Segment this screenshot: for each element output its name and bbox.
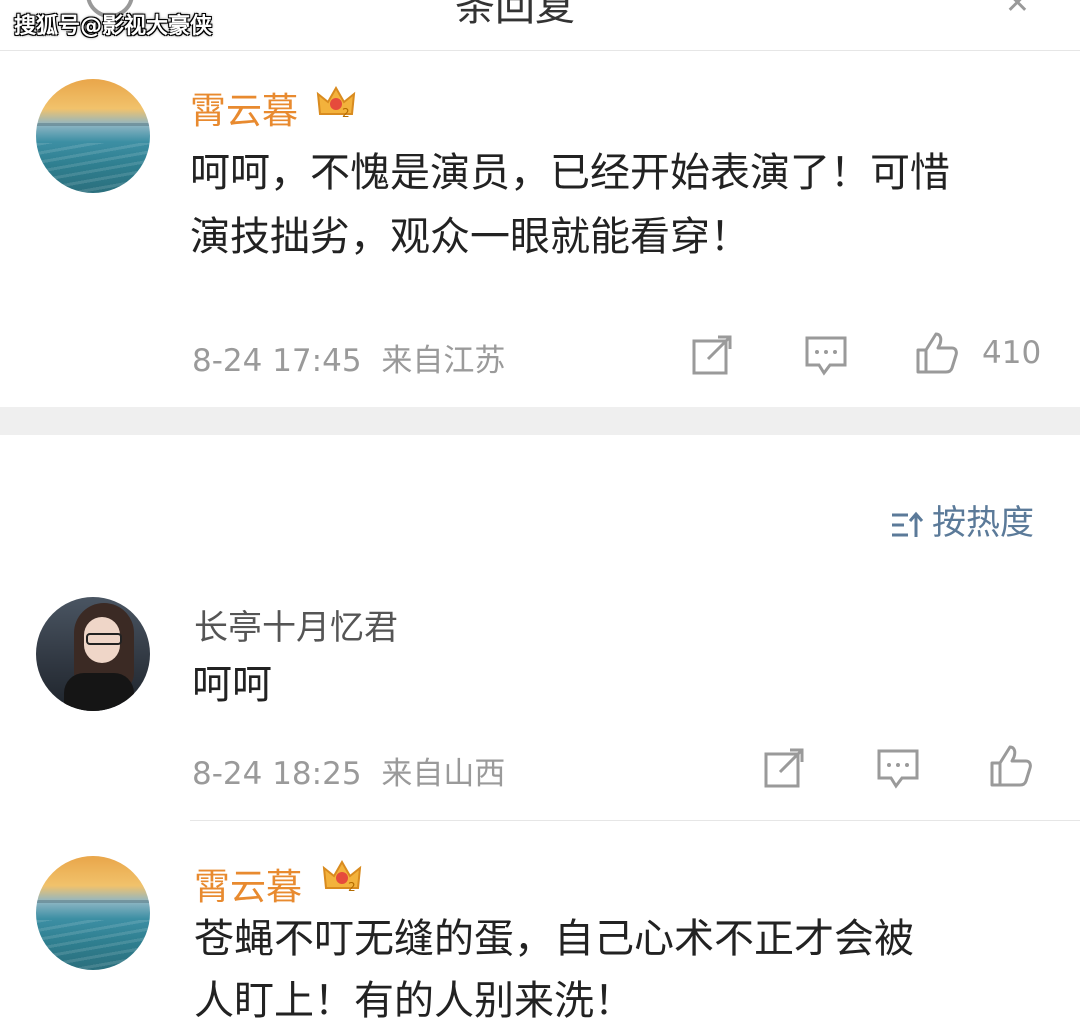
comment-username[interactable]: 霄云暮 [190, 82, 298, 134]
like-icon[interactable] [988, 743, 1032, 787]
row-divider [190, 820, 1080, 821]
user-avatar[interactable] [36, 597, 150, 711]
section-divider [0, 407, 1080, 435]
crown-badge-icon: 2 [316, 85, 356, 120]
comment-text-line: 呵呵 [192, 662, 272, 708]
comment-location: 来自山西 [381, 756, 506, 792]
share-icon[interactable] [762, 746, 806, 790]
user-avatar[interactable] [36, 856, 150, 970]
comment-text-line: 演技拙劣，观众一眼就能看穿！ [190, 214, 750, 260]
watermark: 搜狐号@影视大豪侠 [14, 14, 213, 39]
sort-icon [892, 511, 924, 537]
comment-icon[interactable] [876, 746, 920, 790]
svg-text:2: 2 [342, 106, 350, 120]
like-count: 410 [982, 335, 1042, 371]
user-avatar[interactable] [36, 79, 150, 193]
sort-toggle[interactable]: 按热度 [890, 495, 1034, 544]
comment-username[interactable]: 霄云暮 [194, 858, 302, 910]
page-title: 条回复 [455, 0, 575, 30]
comment-text-line: 人盯上！有的人别来洗！ [194, 978, 634, 1024]
comment-location: 来自江苏 [381, 343, 506, 379]
comment-time: 8-24 17:45 来自江苏 [192, 335, 505, 380]
comment-time: 8-24 18:25 来自山西 [192, 748, 505, 793]
comment-username[interactable]: 长亭十月忆君 [194, 600, 398, 649]
comment-text-line: 呵呵，不愧是演员，已经开始表演了！可惜 [190, 150, 950, 196]
comment-time-text: 8-24 17:45 [192, 343, 362, 379]
svg-text:2: 2 [348, 880, 356, 894]
comment-text-line: 苍蝇不叮无缝的蛋，自己心术不正才会被 [194, 916, 914, 962]
close-icon[interactable]: ✕ [1005, 0, 1030, 21]
comment-time-text: 8-24 18:25 [192, 756, 362, 792]
crown-badge-icon: 2 [322, 859, 362, 894]
sort-label: 按热度 [932, 503, 1034, 543]
share-icon[interactable] [690, 333, 734, 377]
top-bar: 条回复 ✕ 搜狐号@影视大豪侠 [0, 0, 1080, 51]
comment-icon[interactable] [804, 333, 848, 377]
like-icon[interactable] [914, 330, 958, 374]
